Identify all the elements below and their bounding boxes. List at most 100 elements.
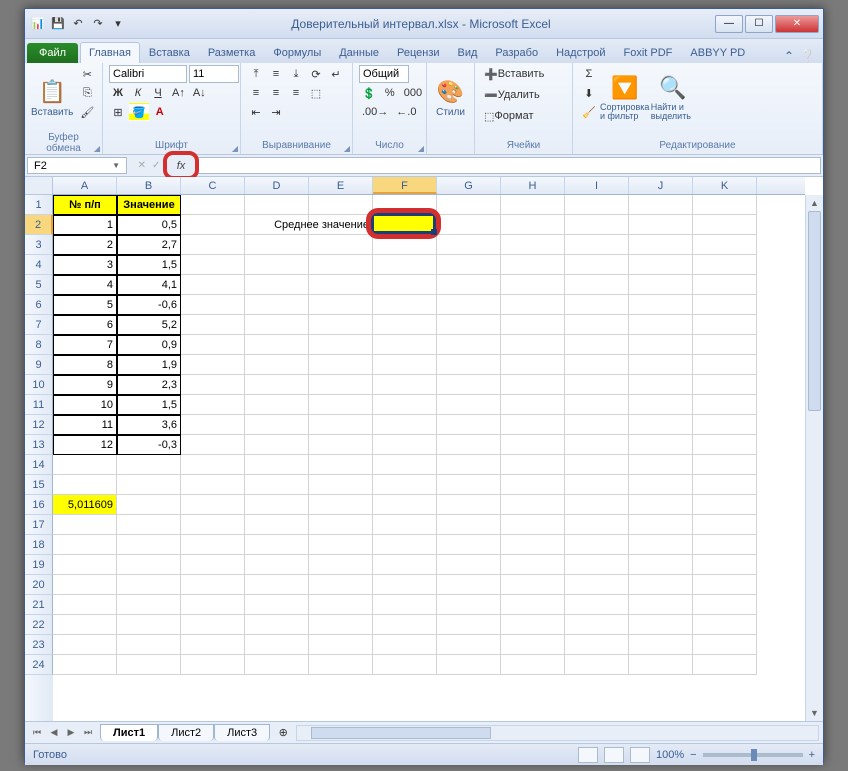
row-header-5[interactable]: 5 <box>25 275 53 295</box>
cell-F21[interactable] <box>373 595 437 615</box>
row-header-22[interactable]: 22 <box>25 615 53 635</box>
cell-C14[interactable] <box>181 455 245 475</box>
cell-J16[interactable] <box>629 495 693 515</box>
insert-function-button[interactable]: fx <box>169 155 193 176</box>
col-header-B[interactable]: B <box>117 177 181 194</box>
cell-J7[interactable] <box>629 315 693 335</box>
cell-J23[interactable] <box>629 635 693 655</box>
cell-F17[interactable] <box>373 515 437 535</box>
shrink-font-icon[interactable]: A↓ <box>190 84 209 102</box>
cell-C6[interactable] <box>181 295 245 315</box>
cell-C1[interactable] <box>181 195 245 215</box>
cell-K3[interactable] <box>693 235 757 255</box>
cell-G22[interactable] <box>437 615 501 635</box>
cell-C3[interactable] <box>181 235 245 255</box>
cell-K22[interactable] <box>693 615 757 635</box>
cell-H1[interactable] <box>501 195 565 215</box>
cell-D6[interactable] <box>245 295 309 315</box>
row-header-19[interactable]: 19 <box>25 555 53 575</box>
cell-E6[interactable] <box>309 295 373 315</box>
maximize-button[interactable]: ☐ <box>745 15 773 33</box>
cell-B3[interactable]: 2,7 <box>117 235 181 255</box>
ribbon-tab-надстрой[interactable]: Надстрой <box>547 42 614 63</box>
cell-J20[interactable] <box>629 575 693 595</box>
zoom-slider[interactable] <box>703 753 803 757</box>
cell-B12[interactable]: 3,6 <box>117 415 181 435</box>
cell-K1[interactable] <box>693 195 757 215</box>
cell-K18[interactable] <box>693 535 757 555</box>
cell-I22[interactable] <box>565 615 629 635</box>
cell-I2[interactable] <box>565 215 629 235</box>
cell-F7[interactable] <box>373 315 437 335</box>
cell-C5[interactable] <box>181 275 245 295</box>
cell-J14[interactable] <box>629 455 693 475</box>
cell-D13[interactable] <box>245 435 309 455</box>
cell-I21[interactable] <box>565 595 629 615</box>
align-middle-icon[interactable]: ≡ <box>267 65 285 83</box>
select-all-corner[interactable] <box>25 177 53 195</box>
cell-D17[interactable] <box>245 515 309 535</box>
cell-I10[interactable] <box>565 375 629 395</box>
align-right-icon[interactable]: ≡ <box>287 84 305 102</box>
cell-G10[interactable] <box>437 375 501 395</box>
sheet-tab-Лист1[interactable]: Лист1 <box>100 724 158 741</box>
cell-A18[interactable] <box>53 535 117 555</box>
cell-H13[interactable] <box>501 435 565 455</box>
delete-cells-button[interactable]: ➖ Удалить <box>481 86 543 104</box>
cell-B16[interactable] <box>117 495 181 515</box>
cell-H11[interactable] <box>501 395 565 415</box>
cell-E4[interactable] <box>309 255 373 275</box>
redo-icon[interactable]: ↷ <box>89 15 107 33</box>
cell-B24[interactable] <box>117 655 181 675</box>
cell-G2[interactable] <box>437 215 501 235</box>
active-cell[interactable] <box>371 213 436 234</box>
sheet-prev-icon[interactable]: ◀ <box>46 727 62 738</box>
fill-icon[interactable]: ⬇ <box>579 84 599 102</box>
cell-K5[interactable] <box>693 275 757 295</box>
cell-G9[interactable] <box>437 355 501 375</box>
cell-J21[interactable] <box>629 595 693 615</box>
vscroll-thumb[interactable] <box>808 211 821 411</box>
ribbon-tab-рецензи[interactable]: Рецензи <box>388 42 449 63</box>
col-header-D[interactable]: D <box>245 177 309 194</box>
cell-H8[interactable] <box>501 335 565 355</box>
cell-A7[interactable]: 6 <box>53 315 117 335</box>
cell-G24[interactable] <box>437 655 501 675</box>
cell-J6[interactable] <box>629 295 693 315</box>
cell-E10[interactable] <box>309 375 373 395</box>
cell-I17[interactable] <box>565 515 629 535</box>
cell-A9[interactable]: 8 <box>53 355 117 375</box>
cell-A4[interactable]: 3 <box>53 255 117 275</box>
cell-K24[interactable] <box>693 655 757 675</box>
cell-I20[interactable] <box>565 575 629 595</box>
col-header-E[interactable]: E <box>309 177 373 194</box>
ribbon-tab-foxit pdf[interactable]: Foxit PDF <box>615 42 682 63</box>
cell-H10[interactable] <box>501 375 565 395</box>
col-header-A[interactable]: A <box>53 177 117 194</box>
cell-D18[interactable] <box>245 535 309 555</box>
wrap-text-icon[interactable]: ↵ <box>327 65 345 83</box>
cell-H16[interactable] <box>501 495 565 515</box>
align-bottom-icon[interactable]: ⤓ <box>287 65 305 83</box>
cell-J1[interactable] <box>629 195 693 215</box>
cell-C18[interactable] <box>181 535 245 555</box>
cell-C8[interactable] <box>181 335 245 355</box>
ribbon-tab-abbyy pd[interactable]: ABBYY PD <box>681 42 754 63</box>
sort-filter-button[interactable]: 🔽 Сортировка и фильтр <box>603 65 647 131</box>
cell-B5[interactable]: 4,1 <box>117 275 181 295</box>
cell-F22[interactable] <box>373 615 437 635</box>
sheet-last-icon[interactable]: ⏭ <box>80 727 96 738</box>
cell-B7[interactable]: 5,2 <box>117 315 181 335</box>
cell-E19[interactable] <box>309 555 373 575</box>
scroll-down-icon[interactable]: ▼ <box>806 705 823 721</box>
align-center-icon[interactable]: ≡ <box>267 84 285 102</box>
cell-I6[interactable] <box>565 295 629 315</box>
cell-H21[interactable] <box>501 595 565 615</box>
cell-E17[interactable] <box>309 515 373 535</box>
cell-J10[interactable] <box>629 375 693 395</box>
align-top-icon[interactable]: ⤒ <box>247 65 265 83</box>
cell-A17[interactable] <box>53 515 117 535</box>
cell-D24[interactable] <box>245 655 309 675</box>
horizontal-scrollbar[interactable] <box>296 725 819 741</box>
underline-button[interactable]: Ч <box>149 84 167 102</box>
